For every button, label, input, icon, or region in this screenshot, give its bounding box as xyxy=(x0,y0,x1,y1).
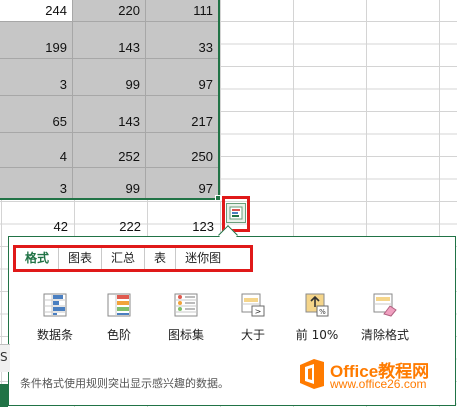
icon-set-option[interactable]: 图标集 xyxy=(153,290,219,346)
data-bars-icon xyxy=(43,293,67,317)
clear-format-option[interactable]: 清除格式 xyxy=(352,290,418,346)
office-logo-icon xyxy=(300,359,324,389)
cell[interactable]: 42 xyxy=(0,216,73,238)
option-label: 色阶 xyxy=(106,328,131,342)
fill-handle[interactable] xyxy=(215,195,221,201)
sheet-tab-fragment-text: S xyxy=(0,350,8,364)
option-label: 清除格式 xyxy=(360,328,409,342)
tab-tables[interactable]: 表 xyxy=(145,248,177,269)
greater-than-icon: > xyxy=(241,293,265,317)
selection-border xyxy=(0,0,220,200)
tab-sparklines[interactable]: 迷你图 xyxy=(176,248,230,269)
status-bar-fragment xyxy=(0,384,8,407)
color-scale-option[interactable]: 色阶 xyxy=(86,290,152,346)
panel-description: 条件格式使用规则突出显示感兴趣的数据。 xyxy=(20,377,229,390)
option-label: 大于 xyxy=(240,328,265,342)
option-label: 前 10% xyxy=(295,328,339,342)
tab-charts[interactable]: 图表 xyxy=(59,248,103,269)
clear-format-icon xyxy=(373,293,397,317)
top-10-percent-icon: % xyxy=(305,293,329,317)
icon-set-icon xyxy=(174,293,198,317)
option-label: 图标集 xyxy=(167,328,204,342)
watermark-url: www.office26.com xyxy=(330,377,427,391)
watermark-logo: Office教程网 www.office26.com xyxy=(290,355,455,407)
cell[interactable]: 222 xyxy=(73,216,146,238)
svg-text:%: % xyxy=(319,308,326,316)
quick-analysis-button[interactable] xyxy=(226,203,246,223)
quick-analysis-icon xyxy=(229,206,243,220)
option-label: 数据条 xyxy=(36,328,73,342)
tab-format[interactable]: 格式 xyxy=(16,248,60,269)
data-bars-option[interactable]: 数据条 xyxy=(22,290,88,346)
cell[interactable]: 123 xyxy=(146,216,219,238)
svg-text:>: > xyxy=(255,307,262,316)
quick-analysis-tabs: 格式 图表 汇总 表 迷你图 xyxy=(16,248,230,269)
tab-totals[interactable]: 汇总 xyxy=(102,248,146,269)
color-scale-icon xyxy=(107,293,131,317)
format-options: 数据条 色阶 图标集 > 大于 % 前 10% 清除格式 xyxy=(22,290,442,350)
greater-than-option[interactable]: > 大于 xyxy=(220,290,286,346)
top-10-percent-option[interactable]: % 前 10% xyxy=(284,290,350,346)
